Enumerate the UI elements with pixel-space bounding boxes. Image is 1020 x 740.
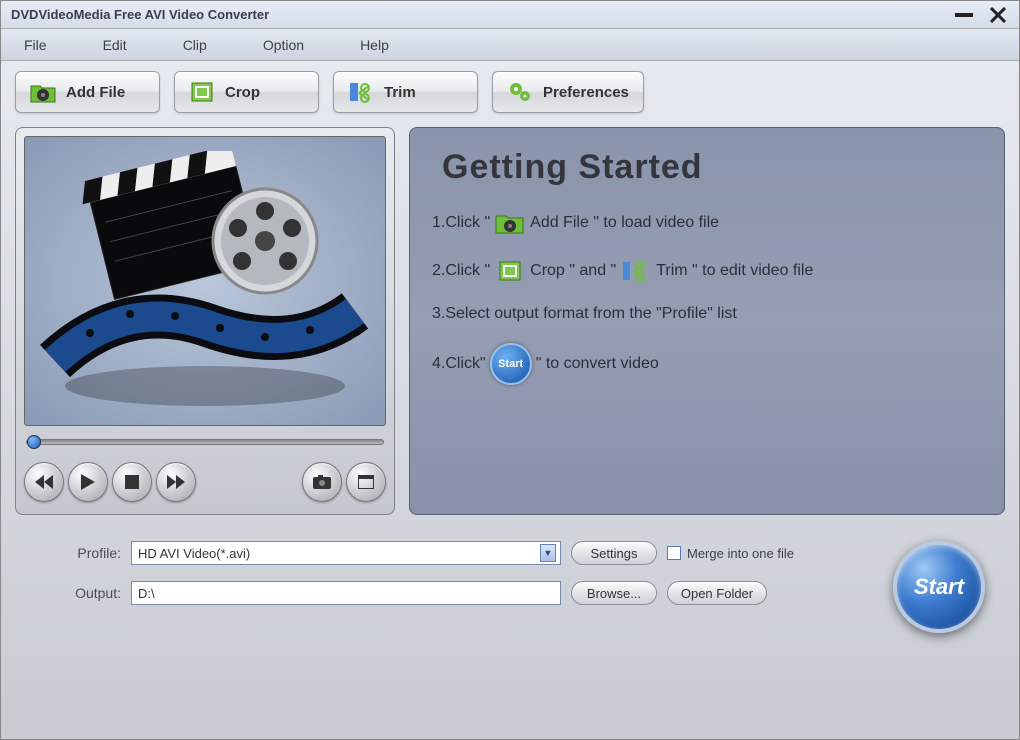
guide-step2-text-b: Crop " and " [530, 262, 616, 280]
seek-thumb[interactable] [27, 435, 41, 449]
output-value: D:\ [138, 586, 155, 601]
preview-panel [15, 127, 395, 515]
guide-step4-text-b: " to convert video [536, 355, 659, 373]
crop-icon [494, 257, 526, 285]
play-button[interactable] [68, 462, 108, 502]
seek-slider[interactable] [26, 432, 384, 452]
trim-icon [620, 257, 652, 285]
player-controls [24, 458, 386, 506]
profile-select[interactable]: HD AVI Video(*.avi) ▼ [131, 541, 561, 565]
add-file-icon [494, 209, 526, 237]
start-button[interactable]: Start [893, 541, 985, 633]
preferences-label: Preferences [543, 84, 629, 101]
content-row: Getting Started 1.Click " Add File " to … [1, 119, 1019, 523]
titlebar: DVDVideoMedia Free AVI Video Converter [1, 1, 1019, 29]
snapshot-button[interactable] [302, 462, 342, 502]
expand-icon [358, 475, 374, 489]
forward-icon [167, 475, 185, 489]
guide-step2-text-a: 2.Click " [432, 262, 490, 280]
guide-step-1: 1.Click " Add File " to load video file [432, 209, 982, 237]
guide-step-4: 4.Click" Start " to convert video [432, 343, 982, 385]
chevron-down-icon: ▼ [540, 544, 556, 562]
crop-icon [189, 79, 215, 105]
forward-button[interactable] [156, 462, 196, 502]
camera-icon [313, 475, 331, 489]
trim-icon [348, 79, 374, 105]
start-badge-icon: Start [490, 343, 532, 385]
merge-checkbox-row: Merge into one file [667, 546, 794, 561]
profile-row: Profile: HD AVI Video(*.avi) ▼ Settings … [61, 541, 794, 565]
guide-step1-text-b: Add File " to load video file [530, 214, 719, 232]
stop-button[interactable] [112, 462, 152, 502]
preferences-icon [507, 79, 533, 105]
fullscreen-button[interactable] [346, 462, 386, 502]
guide-step2-text-c: Trim " to edit video file [656, 262, 813, 280]
add-file-icon [30, 79, 56, 105]
rewind-icon [35, 475, 53, 489]
add-file-button[interactable]: Add File [15, 71, 160, 113]
output-row: Output: D:\ Browse... Open Folder [61, 581, 794, 605]
menu-option[interactable]: Option [255, 33, 312, 57]
guide-title: Getting Started [442, 148, 982, 187]
stop-icon [125, 475, 139, 489]
bottom-section: Profile: HD AVI Video(*.avi) ▼ Settings … [1, 523, 1019, 643]
app-window: DVDVideoMedia Free AVI Video Converter F… [0, 0, 1020, 740]
guide-step-2: 2.Click " Crop " and " Trim " to edit vi… [432, 257, 982, 285]
guide-step-3: 3.Select output format from the "Profile… [432, 305, 982, 323]
preferences-button[interactable]: Preferences [492, 71, 644, 113]
menubar: File Edit Clip Option Help [1, 29, 1019, 61]
guide-step4-text-a: 4.Click" [432, 355, 486, 373]
play-icon [81, 474, 95, 490]
minimize-icon [955, 13, 973, 17]
add-file-label: Add File [66, 84, 125, 101]
minimize-button[interactable] [953, 5, 975, 25]
output-path-input[interactable]: D:\ [131, 581, 561, 605]
profile-label: Profile: [61, 545, 121, 561]
open-folder-button[interactable]: Open Folder [667, 581, 767, 605]
browse-button[interactable]: Browse... [571, 581, 657, 605]
close-button[interactable] [987, 5, 1009, 25]
preview-image [24, 136, 386, 426]
getting-started-panel: Getting Started 1.Click " Add File " to … [409, 127, 1005, 515]
output-label: Output: [61, 585, 121, 601]
menu-clip[interactable]: Clip [175, 33, 215, 57]
seek-track [26, 439, 384, 445]
window-title: DVDVideoMedia Free AVI Video Converter [11, 7, 953, 22]
trim-label: Trim [384, 84, 416, 101]
menu-edit[interactable]: Edit [95, 33, 135, 57]
menu-help[interactable]: Help [352, 33, 397, 57]
menu-file[interactable]: File [16, 33, 55, 57]
window-controls [953, 5, 1009, 25]
crop-button[interactable]: Crop [174, 71, 319, 113]
merge-label: Merge into one file [687, 546, 794, 561]
merge-checkbox[interactable] [667, 546, 681, 560]
guide-step3-text: 3.Select output format from the "Profile… [432, 305, 737, 323]
output-form: Profile: HD AVI Video(*.avi) ▼ Settings … [61, 541, 794, 605]
toolbar: Add File Crop Trim Preferences [1, 61, 1019, 119]
guide-step1-text-a: 1.Click " [432, 214, 490, 232]
trim-button[interactable]: Trim [333, 71, 478, 113]
rewind-button[interactable] [24, 462, 64, 502]
profile-value: HD AVI Video(*.avi) [138, 546, 540, 561]
settings-button[interactable]: Settings [571, 541, 657, 565]
close-icon [990, 7, 1006, 23]
film-clapper-illustration [35, 151, 375, 411]
crop-label: Crop [225, 84, 260, 101]
